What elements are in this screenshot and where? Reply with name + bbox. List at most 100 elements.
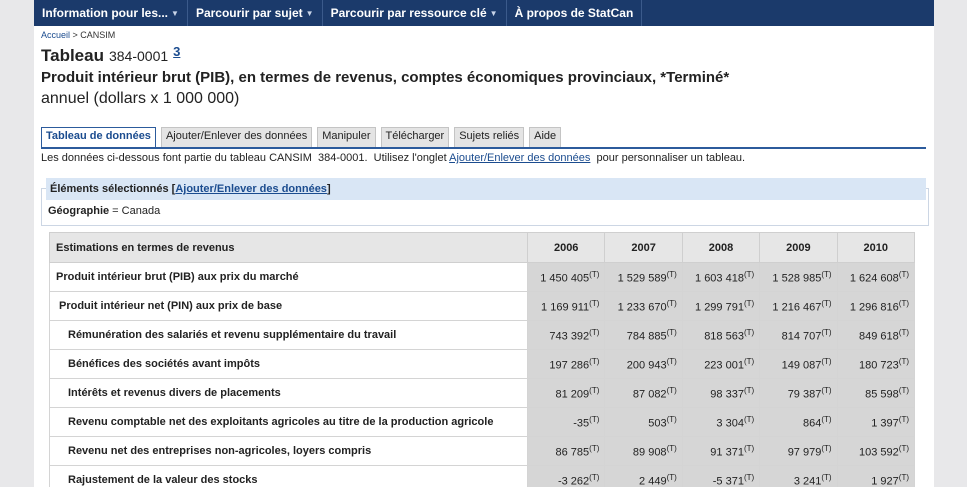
quality-flag[interactable]: (T) bbox=[899, 299, 909, 308]
row-label: Produit intérieur brut (PIB) aux prix du… bbox=[49, 262, 528, 292]
cell-value: 1 397 bbox=[871, 417, 899, 430]
column-header-year[interactable]: 2010 bbox=[836, 232, 916, 263]
cell-value: -3 262 bbox=[557, 475, 590, 487]
nav-parcourir-ressource[interactable]: Parcourir par ressource clé ▼ bbox=[323, 0, 507, 26]
quality-flag[interactable]: (T) bbox=[667, 386, 677, 395]
table-cell: 1 296 816(T) bbox=[836, 291, 916, 321]
tab-tableau-donnees[interactable]: Tableau de données bbox=[41, 127, 156, 147]
quality-flag[interactable]: (T) bbox=[667, 415, 677, 424]
table-cell: 743 392(T) bbox=[526, 320, 606, 350]
breadcrumb-home[interactable]: Accueil bbox=[41, 30, 70, 40]
table-cell: 97 979(T) bbox=[759, 436, 838, 466]
table-row: Intérêts et revenus divers de placements… bbox=[49, 378, 916, 408]
row-label: Rajustement de la valeur des stocks bbox=[49, 465, 528, 487]
quality-flag[interactable]: (T) bbox=[899, 328, 909, 337]
selection-heading-close: ] bbox=[326, 183, 331, 195]
nav-a-propos[interactable]: À propos de StatCan bbox=[507, 0, 643, 26]
chevron-down-icon: ▼ bbox=[305, 8, 314, 18]
quality-flag[interactable]: (T) bbox=[821, 386, 831, 395]
quality-flag[interactable]: (T) bbox=[744, 357, 754, 366]
quality-flag[interactable]: (T) bbox=[589, 357, 599, 366]
table-row: Produit intérieur brut (PIB) aux prix du… bbox=[49, 262, 916, 292]
footnote-link[interactable]: 3 bbox=[173, 44, 180, 59]
geography-filter: Géographie = Canada bbox=[48, 205, 160, 217]
quality-flag[interactable]: (T) bbox=[667, 328, 677, 337]
quality-flag[interactable]: (T) bbox=[589, 328, 599, 337]
cell-value: -5 371 bbox=[712, 475, 744, 487]
quality-flag[interactable]: (T) bbox=[899, 270, 909, 279]
column-header-year[interactable]: 2009 bbox=[759, 232, 838, 263]
cell-value: 743 392 bbox=[549, 330, 590, 343]
column-header-year[interactable]: 2007 bbox=[604, 232, 683, 263]
quality-flag[interactable]: (T) bbox=[667, 270, 677, 279]
tab-manipuler[interactable]: Manipuler bbox=[317, 127, 376, 147]
quality-flag[interactable]: (T) bbox=[744, 473, 754, 482]
quality-flag[interactable]: (T) bbox=[899, 415, 909, 424]
quality-flag[interactable]: (T) bbox=[744, 415, 754, 424]
quality-flag[interactable]: (T) bbox=[821, 444, 831, 453]
cell-value: 79 387 bbox=[787, 388, 822, 401]
quality-flag[interactable]: (T) bbox=[821, 415, 831, 424]
quality-flag[interactable]: (T) bbox=[589, 415, 599, 424]
cell-value: 1 233 670 bbox=[617, 301, 667, 314]
cell-value: 149 087 bbox=[781, 359, 822, 372]
quality-flag[interactable]: (T) bbox=[667, 444, 677, 453]
column-header-year[interactable]: 2006 bbox=[526, 232, 606, 263]
quality-flag[interactable]: (T) bbox=[589, 270, 599, 279]
quality-flag[interactable]: (T) bbox=[899, 386, 909, 395]
tab-ajouter-enlever[interactable]: Ajouter/Enlever des données bbox=[160, 127, 313, 147]
quality-flag[interactable]: (T) bbox=[589, 444, 599, 453]
row-label: Rémunération des salariés et revenu supp… bbox=[49, 320, 528, 350]
quality-flag[interactable]: (T) bbox=[899, 357, 909, 366]
cell-value: 1 216 467 bbox=[772, 301, 822, 314]
row-label: Intérêts et revenus divers de placements bbox=[49, 378, 528, 408]
selection-link-ajouter[interactable]: Ajouter/Enlever des données bbox=[175, 183, 327, 195]
quality-flag[interactable]: (T) bbox=[744, 270, 754, 279]
cell-value: 1 169 911 bbox=[541, 301, 590, 314]
cell-value: 81 209 bbox=[555, 388, 590, 401]
nav-information-pour[interactable]: Information pour les... ▼ bbox=[34, 0, 188, 26]
nav-parcourir-sujet[interactable]: Parcourir par sujet ▼ bbox=[188, 0, 323, 26]
quality-flag[interactable]: (T) bbox=[744, 328, 754, 337]
table-cell: 1 603 418(T) bbox=[681, 262, 761, 292]
table-cell: 1 397(T) bbox=[836, 407, 916, 437]
quality-flag[interactable]: (T) bbox=[821, 328, 831, 337]
quality-flag[interactable]: (T) bbox=[821, 357, 831, 366]
quality-flag[interactable]: (T) bbox=[744, 444, 754, 453]
cell-value: 1 528 985 bbox=[772, 272, 822, 285]
table-cell: 1 450 405(T) bbox=[526, 262, 606, 292]
chevron-down-icon: ▼ bbox=[489, 8, 498, 18]
cell-value: 223 001 bbox=[704, 359, 744, 372]
table-cell: 81 209(T) bbox=[526, 378, 606, 408]
cell-value: 503 bbox=[648, 417, 667, 430]
quality-flag[interactable]: (T) bbox=[589, 386, 599, 395]
column-header-year[interactable]: 2008 bbox=[681, 232, 761, 263]
quality-flag[interactable]: (T) bbox=[744, 299, 754, 308]
table-cell: 818 563(T) bbox=[681, 320, 761, 350]
cell-value: 1 927 bbox=[871, 475, 899, 487]
quality-flag[interactable]: (T) bbox=[667, 473, 677, 482]
cell-value: -35 bbox=[573, 417, 590, 430]
quality-flag[interactable]: (T) bbox=[899, 444, 909, 453]
cell-value: 1 299 791 bbox=[695, 301, 744, 314]
breadcrumb-current: CANSIM bbox=[80, 30, 116, 40]
table-cell: 849 618(T) bbox=[836, 320, 916, 350]
table-cell: 2 449(T) bbox=[604, 465, 683, 487]
table-row: Rajustement de la valeur des stocks -3 26… bbox=[49, 465, 916, 487]
quality-flag[interactable]: (T) bbox=[899, 473, 909, 482]
quality-flag[interactable]: (T) bbox=[821, 299, 831, 308]
tab-telecharger[interactable]: Télécharger bbox=[380, 127, 450, 147]
table-cell: 86 785(T) bbox=[526, 436, 606, 466]
tab-aide[interactable]: Aide bbox=[529, 127, 562, 147]
tab-sujets-relies[interactable]: Sujets reliés bbox=[454, 127, 525, 147]
quality-flag[interactable]: (T) bbox=[744, 386, 754, 395]
quality-flag[interactable]: (T) bbox=[667, 299, 677, 308]
intro-link-ajouter[interactable]: Ajouter/Enlever des données bbox=[449, 152, 590, 164]
quality-flag[interactable]: (T) bbox=[821, 473, 831, 482]
table-row: Rémunération des salariés et revenu supp… bbox=[49, 320, 916, 350]
cell-value: 87 082 bbox=[632, 388, 667, 401]
quality-flag[interactable]: (T) bbox=[667, 357, 677, 366]
quality-flag[interactable]: (T) bbox=[821, 270, 831, 279]
quality-flag[interactable]: (T) bbox=[589, 299, 599, 308]
quality-flag[interactable]: (T) bbox=[589, 473, 599, 482]
